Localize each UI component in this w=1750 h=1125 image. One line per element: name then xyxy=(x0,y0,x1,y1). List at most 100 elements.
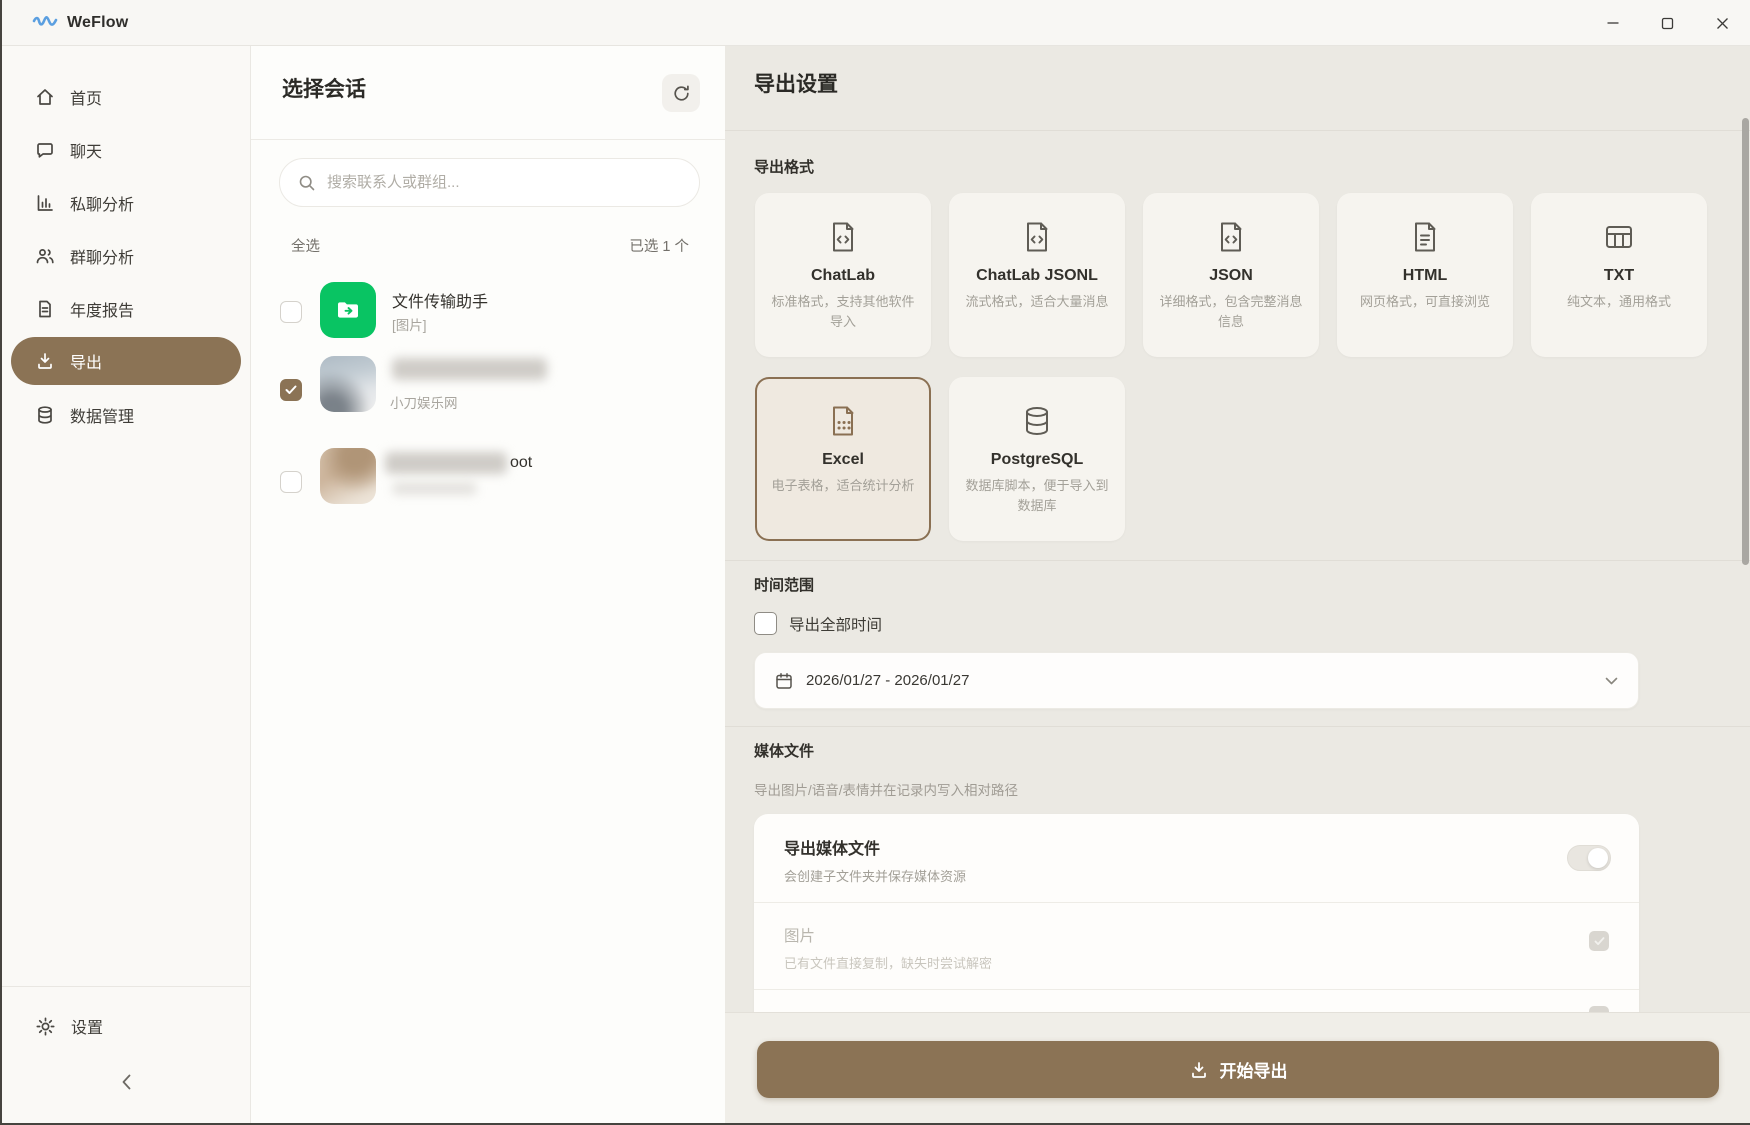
sidebar-item-label: 群聊分析 xyxy=(70,244,134,268)
file-text-icon xyxy=(1408,220,1442,254)
refresh-button[interactable] xyxy=(662,74,700,112)
search-input[interactable] xyxy=(327,174,681,191)
table-grid-icon xyxy=(1602,220,1636,254)
format-card-txt[interactable]: TXT 纯文本，通用格式 xyxy=(1531,193,1707,357)
start-export-label: 开始导出 xyxy=(1220,1057,1288,1082)
format-card-json[interactable]: JSON 详细格式，包含完整消息信息 xyxy=(1143,193,1319,357)
blurred-chat-name xyxy=(385,452,507,474)
sidebar-nav: 首页 聊天 私聊分析 群聊分析 年度报告 导出 xyxy=(2,46,250,441)
sidebar-item-label: 首页 xyxy=(70,85,102,109)
minimize-button[interactable] xyxy=(1585,0,1640,46)
select-all-label[interactable]: 全选 xyxy=(291,235,320,256)
sidebar-item-label: 数据管理 xyxy=(70,403,134,427)
sidebar-item-private-analysis[interactable]: 私聊分析 xyxy=(2,176,250,229)
settings-label: 设置 xyxy=(71,1014,103,1038)
weflow-logo-icon xyxy=(32,12,58,34)
date-range-select[interactable]: 2026/01/27 - 2026/01/27 xyxy=(754,652,1639,709)
sidebar-item-group-analysis[interactable]: 群聊分析 xyxy=(2,229,250,282)
start-export-button[interactable]: 开始导出 xyxy=(757,1041,1719,1098)
media-row-title: 图片 xyxy=(784,924,1609,946)
format-desc: 详细格式，包含完整消息信息 xyxy=(1155,292,1307,331)
format-card-postgresql[interactable]: PostgreSQL 数据库脚本，便于导入到数据库 xyxy=(949,377,1125,541)
file-code-icon xyxy=(826,220,860,254)
time-section-label: 时间范围 xyxy=(754,574,814,595)
format-name: TXT xyxy=(1604,267,1634,285)
chat-checkbox[interactable] xyxy=(280,471,302,493)
media-section-label: 媒体文件 xyxy=(754,740,814,761)
home-icon xyxy=(35,87,55,107)
format-desc: 流式格式，适合大量消息 xyxy=(965,292,1108,312)
chevron-left-icon xyxy=(122,1074,131,1090)
format-desc: 网页格式，可直接浏览 xyxy=(1360,292,1490,312)
format-card-chatlab-jsonl[interactable]: ChatLab JSONL 流式格式，适合大量消息 xyxy=(949,193,1125,357)
sidebar-item-settings[interactable]: 设置 xyxy=(2,1001,250,1051)
format-desc: 电子表格，适合统计分析 xyxy=(771,476,914,496)
file-transfer-avatar xyxy=(320,282,376,338)
sidebar-item-home[interactable]: 首页 xyxy=(2,70,250,123)
chat-list-item[interactable]: 小刀娱乐网 xyxy=(251,350,725,430)
sidebar-item-chat[interactable]: 聊天 xyxy=(2,123,250,176)
chat-list-item[interactable]: 文件传输助手 [图片] xyxy=(251,270,725,350)
refresh-icon xyxy=(672,84,691,103)
format-name: PostgreSQL xyxy=(991,451,1083,469)
sidebar-item-annual-report[interactable]: 年度报告 xyxy=(2,282,250,335)
format-desc: 标准格式，支持其他软件导入 xyxy=(767,292,919,331)
scrollbar-thumb[interactable] xyxy=(1742,118,1749,565)
export-all-time-checkbox[interactable] xyxy=(754,612,777,635)
export-settings-panel: 导出设置 导出格式 ChatLab 标准格式，支持其他软件导入 ChatLab … xyxy=(725,46,1750,1125)
gear-icon xyxy=(35,1016,56,1037)
chat-list-item[interactable]: oot xyxy=(251,430,725,510)
chat-last-message: [图片] xyxy=(392,314,427,334)
select-all-row: 全选 已选 1 个 xyxy=(291,235,689,256)
file-code-icon xyxy=(1020,220,1054,254)
media-row-desc: 会创建子文件夹并保存媒体资源 xyxy=(784,866,1609,885)
export-media-toggle[interactable] xyxy=(1567,845,1611,871)
blurred-chat-message xyxy=(392,482,477,495)
chat-name: 文件传输助手 xyxy=(392,288,488,312)
chat-checkbox[interactable] xyxy=(280,379,302,401)
media-section-hint: 导出图片/语音/表情并在记录内写入相对路径 xyxy=(754,779,1018,799)
images-checkbox[interactable] xyxy=(1589,931,1609,951)
maximize-button[interactable] xyxy=(1640,0,1695,46)
database-icon xyxy=(35,405,55,425)
app-window: WeFlow 首页 聊天 私聊分析 xyxy=(0,0,1750,1125)
chat-name-suffix: oot xyxy=(510,454,532,472)
chat-avatar xyxy=(320,356,376,412)
folder-arrow-icon xyxy=(333,295,363,325)
search-box xyxy=(279,158,700,207)
session-panel: 选择会话 全选 已选 1 个 文件传输助手 [图片] xyxy=(251,46,725,1125)
divider xyxy=(725,560,1750,561)
export-panel-title: 导出设置 xyxy=(754,68,838,98)
report-document-icon xyxy=(35,299,55,319)
collapse-sidebar-button[interactable] xyxy=(108,1064,144,1100)
format-name: JSON xyxy=(1209,267,1253,285)
session-panel-title: 选择会话 xyxy=(282,73,366,103)
format-card-html[interactable]: HTML 网页格式，可直接浏览 xyxy=(1337,193,1513,357)
file-code-icon xyxy=(1214,220,1248,254)
session-header: 选择会话 xyxy=(251,46,725,140)
export-all-time-row[interactable]: 导出全部时间 xyxy=(754,612,882,635)
calendar-icon xyxy=(775,672,793,690)
format-card-chatlab[interactable]: ChatLab 标准格式，支持其他软件导入 xyxy=(755,193,931,357)
window-controls xyxy=(1585,0,1750,46)
format-name: HTML xyxy=(1403,267,1447,285)
file-spreadsheet-icon xyxy=(826,404,860,438)
chat-checkbox[interactable] xyxy=(280,301,302,323)
close-button[interactable] xyxy=(1695,0,1750,46)
search-icon xyxy=(298,174,316,192)
sidebar: 首页 聊天 私聊分析 群聊分析 年度报告 导出 xyxy=(2,46,251,1125)
scrollbar[interactable] xyxy=(1741,46,1750,1125)
database-icon xyxy=(1020,404,1054,438)
sidebar-divider xyxy=(2,986,250,987)
format-card-excel[interactable]: Excel 电子表格，适合统计分析 xyxy=(755,377,931,541)
media-row-title: 导出媒体文件 xyxy=(784,835,1609,859)
selected-count: 已选 1 个 xyxy=(629,235,689,256)
chevron-down-icon xyxy=(1605,677,1618,685)
check-icon xyxy=(1594,937,1605,946)
sidebar-item-label: 导出 xyxy=(70,349,102,373)
chat-list: 文件传输助手 [图片] 小刀娱乐网 oot xyxy=(251,270,725,510)
sidebar-item-export[interactable]: 导出 xyxy=(11,337,241,385)
divider xyxy=(725,726,1750,727)
sidebar-item-data-management[interactable]: 数据管理 xyxy=(2,388,250,441)
format-name: ChatLab xyxy=(811,267,875,285)
